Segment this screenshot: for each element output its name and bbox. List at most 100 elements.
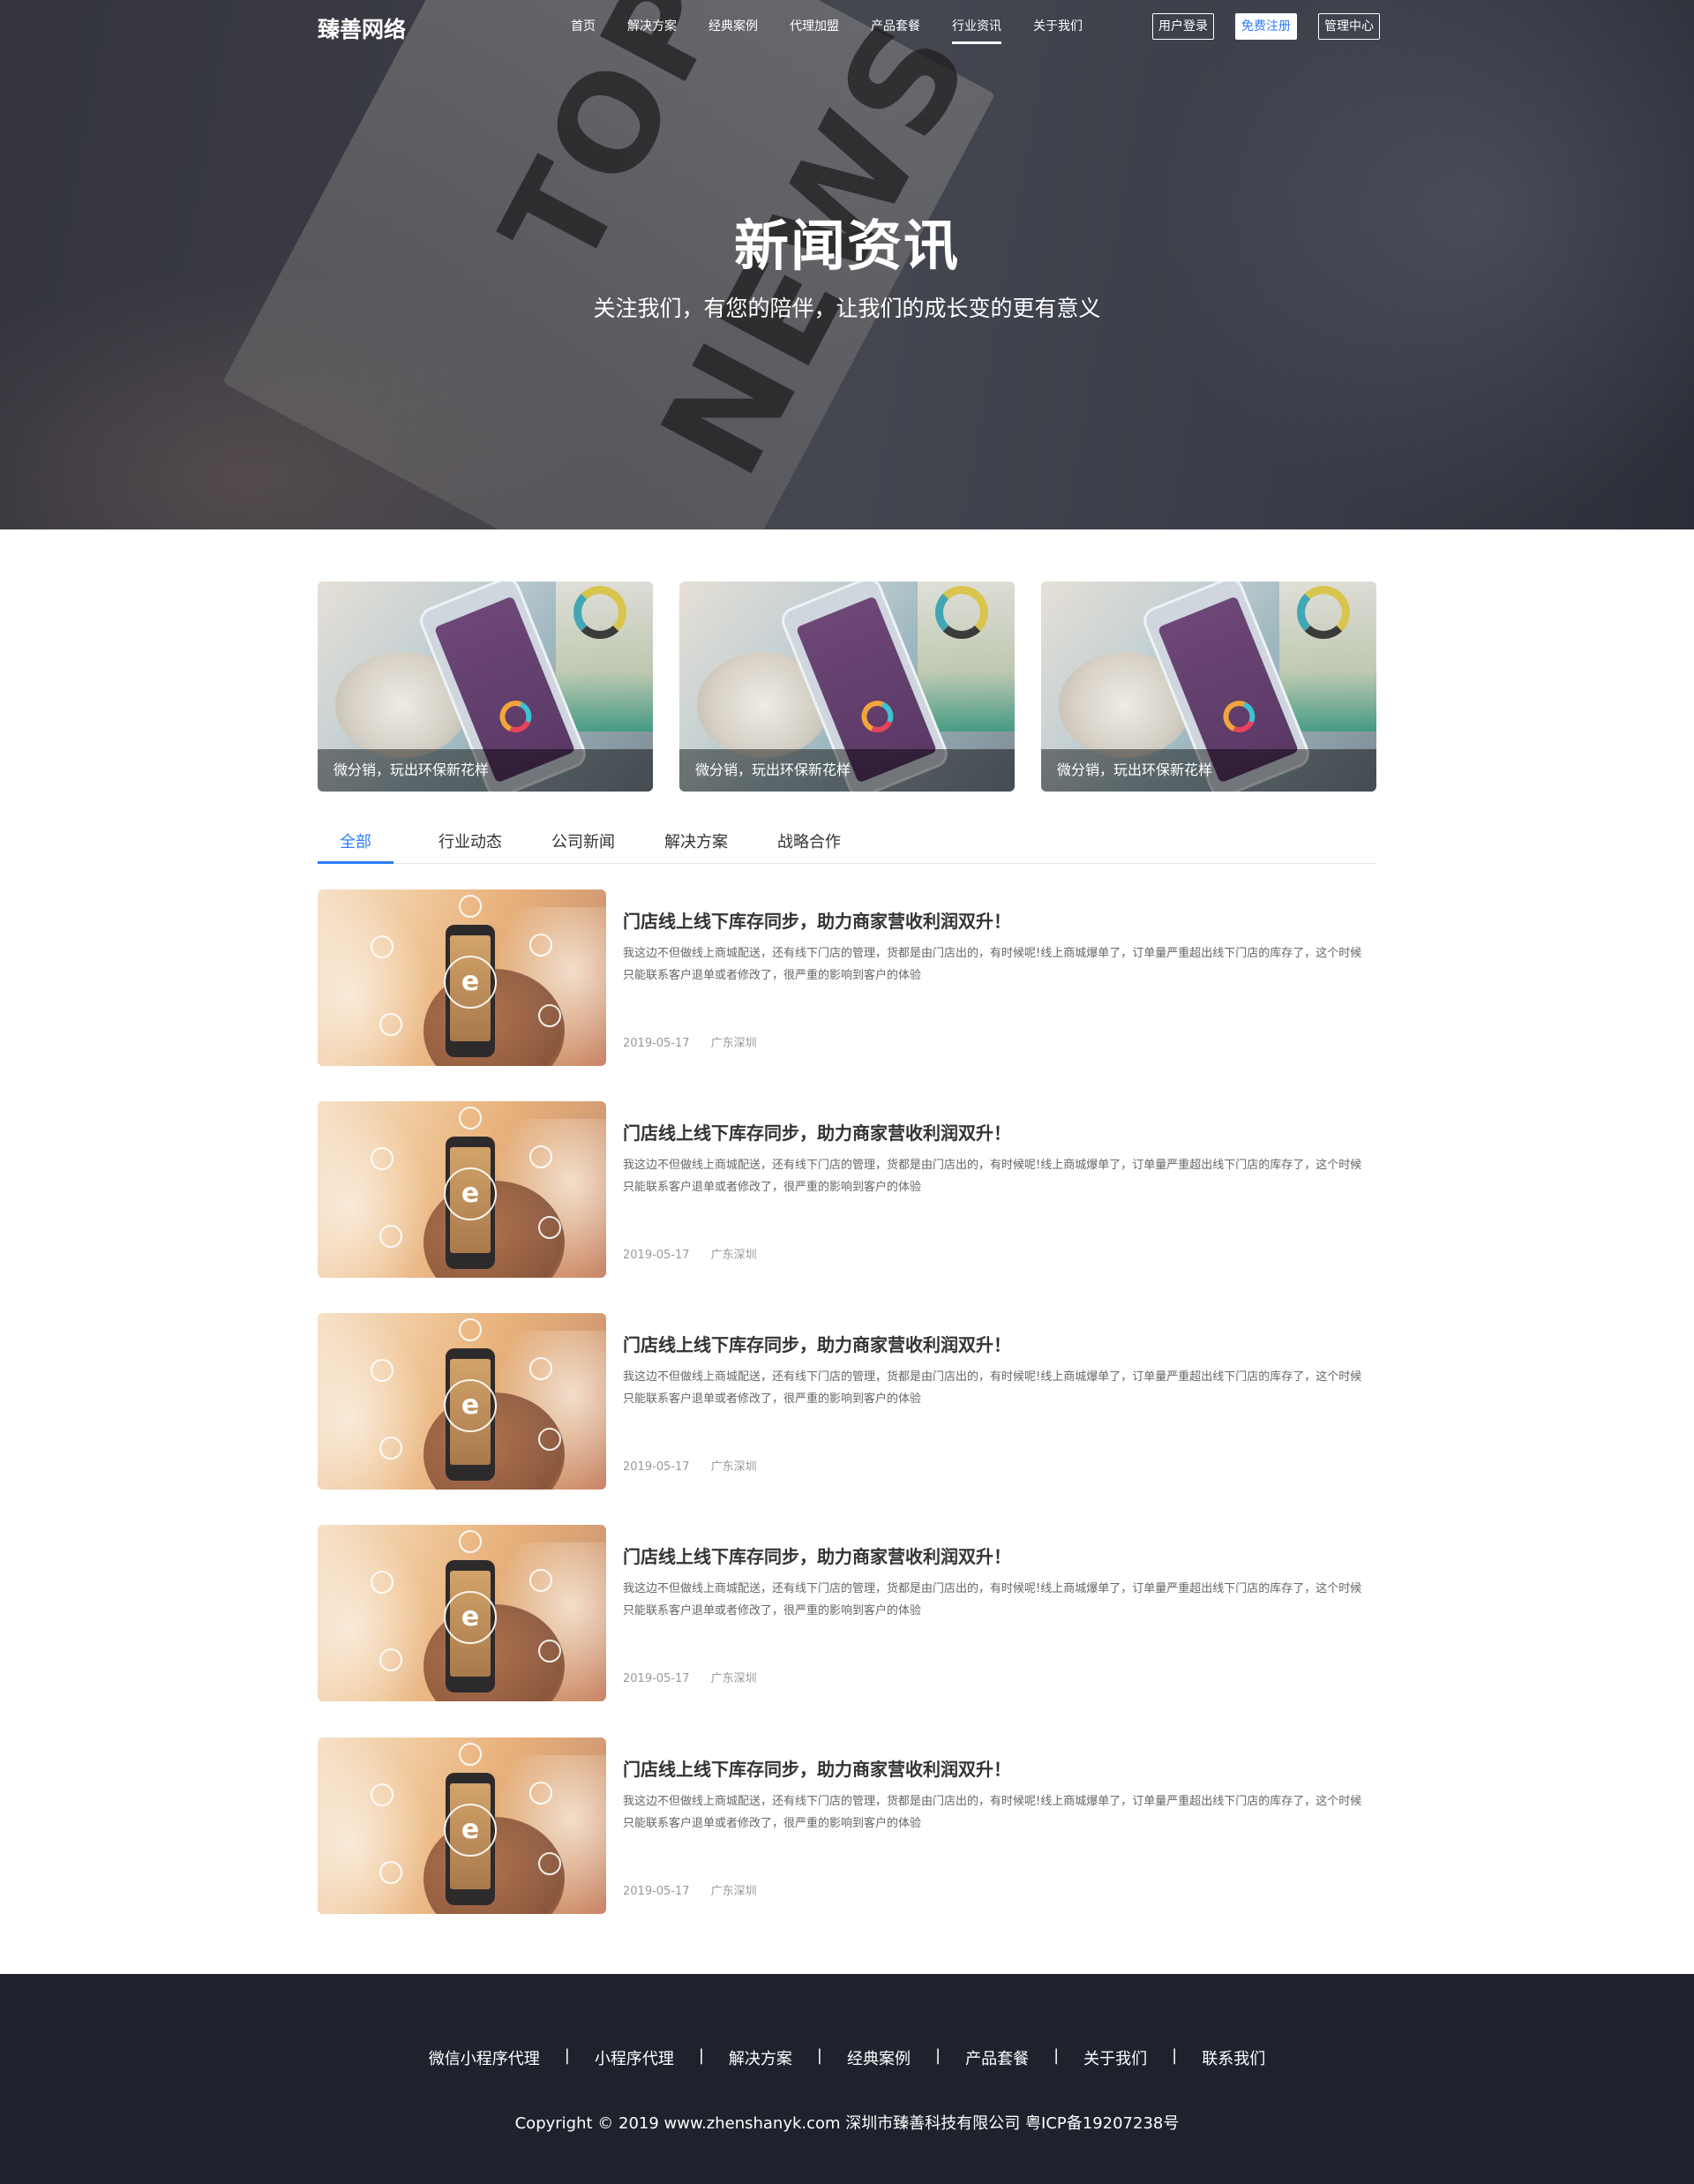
site-logo[interactable]: 臻善网络 — [318, 12, 406, 44]
featured-card[interactable]: 微分销，玩出环保新花样 — [679, 582, 1015, 792]
circle-icon — [538, 1852, 561, 1875]
footer-separator: | — [698, 2046, 704, 2065]
circle-icon — [529, 1782, 552, 1805]
circle-icon — [529, 1569, 552, 1592]
featured-card-caption: 微分销，玩出环保新花样 — [1041, 749, 1376, 792]
circle-icon — [459, 1318, 482, 1341]
footer-link-packages[interactable]: 产品套餐 — [965, 2046, 1029, 2069]
news-meta: 2019-05-17 广东深圳 — [623, 1881, 778, 1898]
circle-icon — [529, 934, 552, 957]
ecommerce-icon: e — [444, 1804, 497, 1857]
ecommerce-icon: e — [444, 1591, 497, 1644]
page-title: 新闻资讯 — [733, 214, 960, 278]
circle-icon — [379, 1648, 402, 1671]
featured-card-caption: 微分销，玩出环保新花样 — [318, 749, 653, 792]
news-item[interactable]: e 门店线上线下库存同步，助力商家营收利润双升！ 我这边不但做线上商城配送，还有… — [318, 1525, 1376, 1701]
login-button[interactable]: 用户登录 — [1152, 13, 1214, 40]
news-meta: 2019-05-17 广东深圳 — [623, 1457, 778, 1474]
news-item[interactable]: e 门店线上线下库存同步，助力商家营收利润双升！ 我这边不但做线上商城配送，还有… — [318, 1101, 1376, 1278]
news-title[interactable]: 门店线上线下库存同步，助力商家营收利润双升！ — [623, 1119, 1011, 1145]
news-item[interactable]: e 门店线上线下库存同步，助力商家营收利润双升！ 我这边不但做线上商城配送，还有… — [318, 1737, 1376, 1914]
news-summary: 我这边不但做线上商城配送，还有线下门店的管理，货都是由门店出的，有时候呢!线上商… — [623, 1582, 1362, 1617]
news-location: 广东深圳 — [710, 1460, 757, 1474]
news-item[interactable]: e 门店线上线下库存同步，助力商家营收利润双升！ 我这边不但做线上商城配送，还有… — [318, 889, 1376, 1066]
nav-item-agency[interactable]: 代理加盟 — [790, 0, 839, 53]
news-summary: 我这边不但做线上商城配送，还有线下门店的管理，货都是由门店出的，有时候呢!线上商… — [623, 1370, 1362, 1406]
news-thumbnail — [318, 1525, 432, 1701]
featured-card-caption: 微分销，玩出环保新花样 — [679, 749, 1015, 792]
nav-item-home[interactable]: 首页 — [571, 0, 596, 53]
news-thumbnail — [318, 1313, 432, 1490]
footer-links: 微信小程序代理 | 小程序代理 | 解决方案 | 经典案例 | 产品套餐 | 关… — [0, 2046, 1694, 2069]
nav-item-about[interactable]: 关于我们 — [1033, 0, 1083, 53]
site-footer: 微信小程序代理 | 小程序代理 | 解决方案 | 经典案例 | 产品套餐 | 关… — [0, 1974, 1694, 2184]
footer-link-wechat-mini-agent[interactable]: 微信小程序代理 — [429, 2046, 540, 2069]
featured-card[interactable]: 微分销，玩出环保新花样 — [1041, 582, 1376, 792]
footer-link-solutions[interactable]: 解决方案 — [729, 2046, 792, 2069]
tab-industry[interactable]: 行业动态 — [432, 825, 508, 864]
circle-icon — [371, 1783, 394, 1806]
register-button[interactable]: 免费注册 — [1235, 13, 1297, 40]
tab-partnership[interactable]: 战略合作 — [771, 825, 847, 864]
circle-icon — [379, 1225, 402, 1248]
news-location: 广东深圳 — [710, 1037, 757, 1050]
ecommerce-icon: e — [444, 1379, 497, 1432]
footer-link-cases[interactable]: 经典案例 — [847, 2046, 911, 2069]
news-thumbnail — [318, 1737, 432, 1914]
news-date: 2019-05-17 — [623, 1885, 690, 1898]
tab-all[interactable]: 全部 — [318, 825, 394, 864]
card-image — [856, 695, 898, 738]
card-image — [494, 695, 536, 738]
circle-icon — [371, 935, 394, 958]
nav-item-cases[interactable]: 经典案例 — [708, 0, 758, 53]
news-location: 广东深圳 — [710, 1249, 757, 1262]
news-meta: 2019-05-17 广东深圳 — [623, 1033, 778, 1050]
card-image — [1297, 586, 1350, 639]
news-date: 2019-05-17 — [623, 1037, 690, 1050]
news-thumbnail: e — [318, 1101, 606, 1278]
nav-item-news[interactable]: 行业资讯 — [952, 0, 1001, 53]
news-summary: 我这边不但做线上商城配送，还有线下门店的管理，货都是由门店出的，有时候呢!线上商… — [623, 1159, 1362, 1194]
account-buttons: 用户登录 免费注册 管理中心 — [1152, 13, 1401, 40]
card-image — [935, 586, 988, 639]
circle-icon — [459, 1107, 482, 1130]
circle-icon — [459, 1743, 482, 1766]
tab-company[interactable]: 公司新闻 — [545, 825, 621, 864]
news-thumbnail: e — [318, 1525, 606, 1701]
news-title[interactable]: 门店线上线下库存同步，助力商家营收利润双升！ — [623, 1755, 1011, 1781]
footer-link-contact[interactable]: 联系我们 — [1202, 2046, 1265, 2069]
news-title[interactable]: 门店线上线下库存同步，助力商家营收利润双升！ — [623, 907, 1011, 933]
nav-item-packages[interactable]: 产品套餐 — [871, 0, 920, 53]
page-subtitle: 关注我们，有您的陪伴，让我们的成长变的更有意义 — [593, 296, 1101, 321]
news-date: 2019-05-17 — [623, 1672, 690, 1685]
card-image — [573, 586, 626, 639]
news-title[interactable]: 门店线上线下库存同步，助力商家营收利润双升！ — [623, 1542, 1011, 1568]
news-thumbnail: e — [318, 1313, 606, 1490]
footer-link-mini-agent[interactable]: 小程序代理 — [595, 2046, 674, 2069]
admin-center-button[interactable]: 管理中心 — [1318, 13, 1380, 40]
circle-icon — [371, 1571, 394, 1594]
footer-separator: | — [564, 2046, 570, 2065]
circle-icon — [371, 1359, 394, 1382]
featured-card[interactable]: 微分销，玩出环保新花样 — [318, 582, 653, 792]
news-item[interactable]: e 门店线上线下库存同步，助力商家营收利润双升！ 我这边不但做线上商城配送，还有… — [318, 1313, 1376, 1490]
news-date: 2019-05-17 — [623, 1460, 690, 1474]
footer-separator: | — [935, 2046, 941, 2065]
footer-separator: | — [1053, 2046, 1060, 2065]
footer-separator: | — [1172, 2046, 1178, 2065]
news-category-tabs: 全部 行业动态 公司新闻 解决方案 战略合作 — [318, 825, 1376, 864]
circle-icon — [379, 1437, 402, 1460]
circle-icon — [538, 1004, 561, 1027]
circle-icon — [379, 1013, 402, 1036]
news-thumbnail: e — [318, 889, 606, 1066]
footer-link-about[interactable]: 关于我们 — [1083, 2046, 1147, 2069]
news-title[interactable]: 门店线上线下库存同步，助力商家营收利润双升！ — [623, 1331, 1011, 1356]
nav-item-solutions[interactable]: 解决方案 — [627, 0, 677, 53]
news-location: 广东深圳 — [710, 1885, 757, 1898]
news-thumbnail — [318, 1101, 432, 1278]
tab-solutions[interactable]: 解决方案 — [658, 825, 734, 864]
news-summary: 我这边不但做线上商城配送，还有线下门店的管理，货都是由门店出的，有时候呢!线上商… — [623, 1795, 1362, 1830]
top-navigation: 臻善网络 首页 解决方案 经典案例 代理加盟 产品套餐 行业资讯 关于我们 用户… — [0, 0, 1694, 53]
circle-icon — [529, 1357, 552, 1380]
copyright-text: Copyright © 2019 www.zhenshanyk.com 深圳市臻… — [514, 2114, 1180, 2133]
